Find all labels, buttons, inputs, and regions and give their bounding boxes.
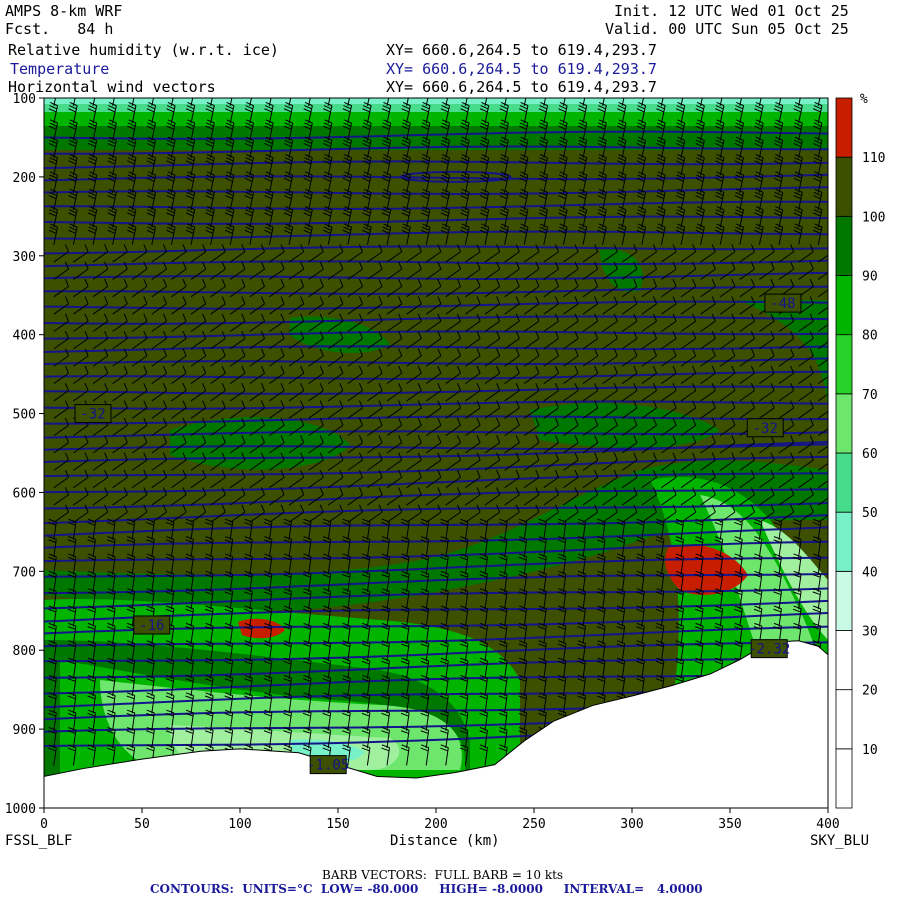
colorbar-swatch	[835, 630, 853, 691]
contour-label: -2.32	[748, 642, 790, 658]
contour-label: -32	[80, 407, 105, 423]
colorbar-tick-label: 60	[862, 447, 878, 462]
x-tick-label: 400	[816, 817, 839, 832]
x-tick-label: 150	[326, 817, 349, 832]
x-tick-label: 0	[40, 817, 48, 832]
x-tick-label: 250	[522, 817, 545, 832]
colorbar-swatch	[835, 215, 853, 276]
y-tick-label: 900	[13, 723, 36, 738]
plot-area	[44, 98, 828, 808]
colorbar-tick-label: 30	[862, 625, 878, 640]
colorbar-swatch	[835, 156, 853, 217]
barb-legend: BARB VECTORS: FULL BARB = 10 kts	[322, 868, 564, 882]
colorbar-swatch	[835, 511, 853, 572]
x-tick-label: 300	[620, 817, 643, 832]
end-point-label: SKY_BLU	[810, 833, 870, 849]
colorbar-swatch	[835, 570, 853, 631]
y-tick-label: 400	[13, 329, 36, 344]
y-tick-label: 700	[13, 565, 36, 580]
colorbar-swatch	[835, 689, 853, 750]
x-axis: 0 50 100 150 200 250 300 350 400	[40, 808, 840, 832]
colorbar-tick-label: 110	[862, 151, 885, 166]
y-tick-label: 600	[13, 486, 36, 501]
colorbar-tick-label: 70	[862, 388, 878, 403]
colorbar-tick-label: 50	[862, 506, 878, 521]
colorbar-swatch	[835, 748, 853, 809]
cross-section-chart: -32-48-32-16-2.32-1.05 10020030040050060…	[5, 92, 886, 832]
contour-label: -16	[139, 618, 164, 634]
contour-label: -48	[770, 296, 795, 312]
colorbar-tick-label: 100	[862, 210, 885, 225]
colorbar-swatch	[835, 393, 853, 454]
colorbar-swatch	[835, 334, 853, 395]
colorbar-unit: %	[860, 92, 868, 107]
colorbar-tick-label: 40	[862, 565, 878, 580]
rh-top-band-4	[44, 98, 828, 104]
colorbar: 10 20 30 40 50 60 70 80 90 100 110	[835, 97, 885, 809]
x-tick-label: 350	[718, 817, 741, 832]
contour-label: -1.05	[307, 758, 349, 774]
y-tick-label: 800	[13, 644, 36, 659]
colorbar-tick-label: 90	[862, 270, 878, 285]
start-point-label: FSSL_BLF	[5, 833, 73, 849]
contour-label: -32	[753, 421, 778, 437]
x-tick-label: 50	[134, 817, 150, 832]
y-tick-label: 100	[13, 92, 36, 107]
x-tick-label: 200	[424, 817, 447, 832]
y-tick-label: 1000	[5, 802, 36, 817]
y-axis: 100 200 300 400 500 600 700 800 900 1000	[5, 92, 44, 817]
colorbar-swatch	[835, 97, 853, 158]
x-axis-label: Distance (km)	[390, 833, 500, 849]
y-tick-label: 500	[13, 408, 36, 423]
colorbar-tick-label: 80	[862, 329, 878, 344]
y-tick-label: 300	[13, 250, 36, 265]
y-tick-label: 200	[13, 171, 36, 186]
contour-legend: CONTOURS: UNITS=°C LOW= -80.000 HIGH= -8…	[150, 882, 703, 896]
colorbar-tick-label: 20	[862, 684, 878, 699]
colorbar-swatch	[835, 452, 853, 513]
colorbar-swatch	[835, 275, 853, 336]
x-tick-label: 100	[228, 817, 251, 832]
colorbar-tick-label: 10	[862, 743, 878, 758]
